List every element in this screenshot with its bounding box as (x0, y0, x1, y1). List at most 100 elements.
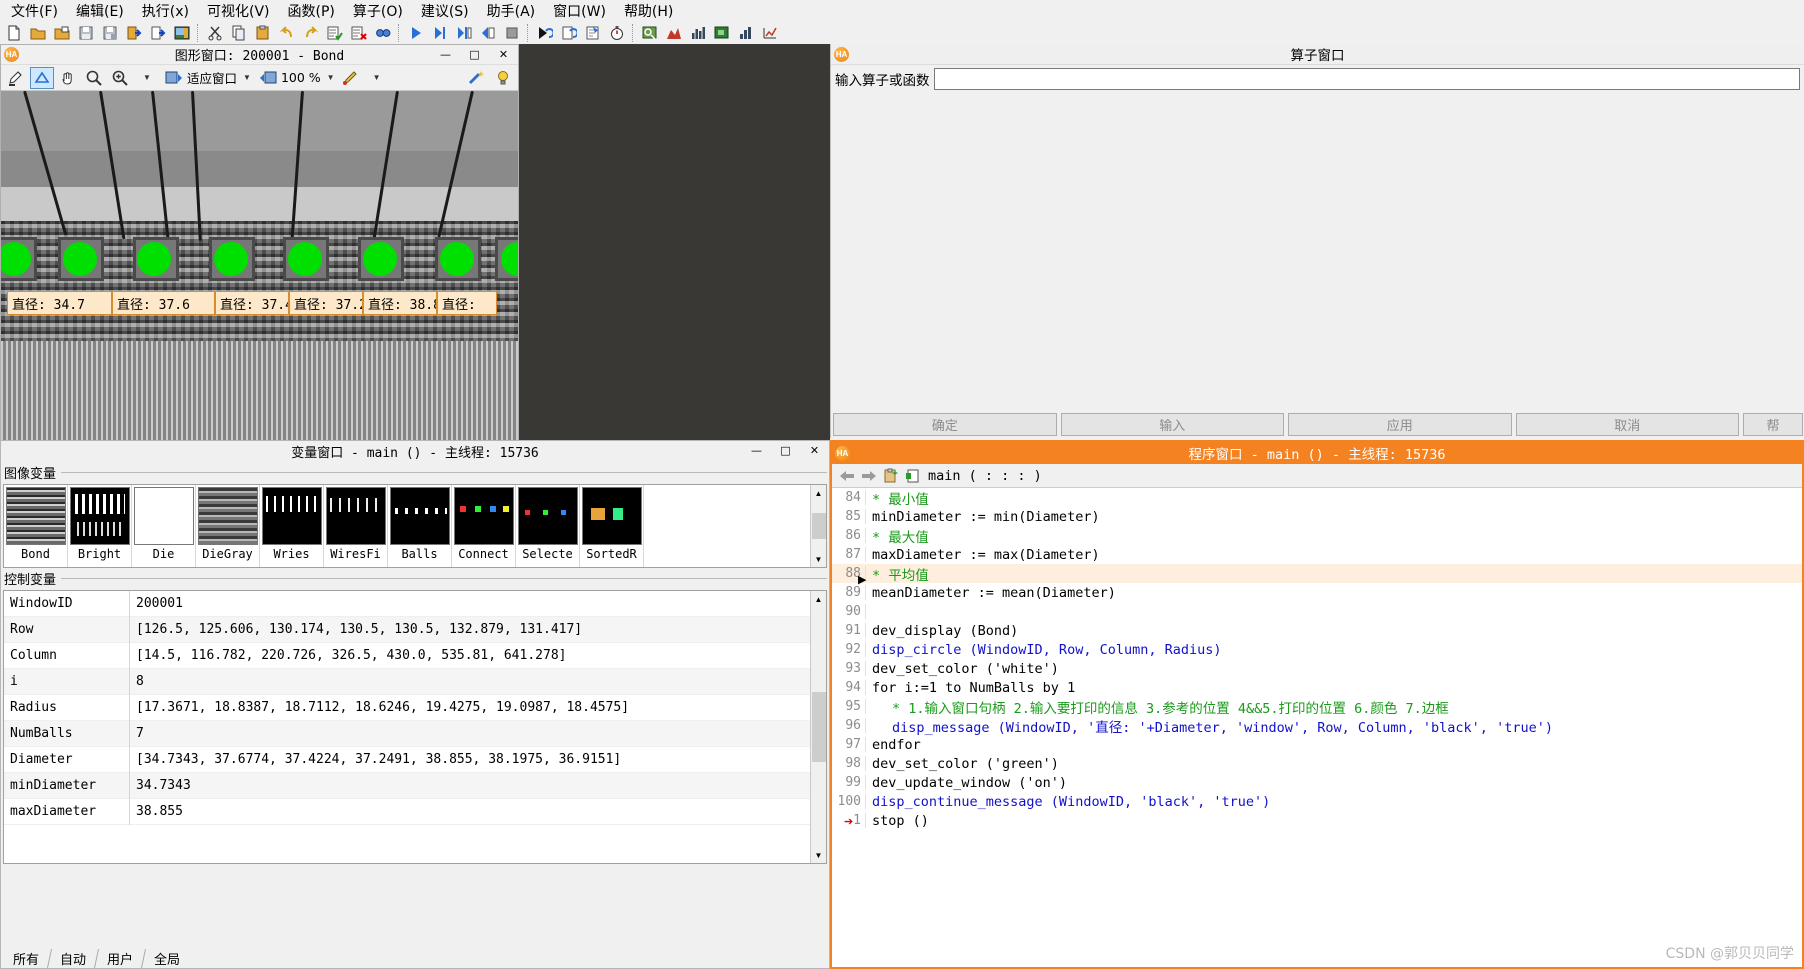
magic-icon[interactable] (465, 67, 489, 89)
code-line[interactable]: 98 dev_set_color ('green') (832, 754, 1802, 773)
enter-button[interactable]: 输入 (1060, 412, 1284, 436)
forward-arrow-icon[interactable] (858, 465, 880, 487)
color-pen-icon[interactable] (338, 67, 362, 89)
list-item[interactable]: Wries (260, 485, 324, 567)
list-item[interactable]: Bright (68, 485, 132, 567)
scroll-down-icon-2[interactable]: ▼ (810, 847, 826, 863)
code-line[interactable]: 89 meanDiameter := mean(Diameter) (832, 583, 1802, 602)
stopwatch-icon[interactable] (606, 23, 628, 43)
apply-button[interactable]: 应用 (1288, 412, 1512, 436)
new-procedure-icon[interactable] (880, 465, 902, 487)
var-maximize-button[interactable]: □ (771, 441, 800, 460)
menu-edit[interactable]: 编辑(E) (67, 0, 133, 23)
cancel-button[interactable]: 取消 (1515, 412, 1739, 436)
procedure-icon[interactable] (902, 465, 924, 487)
code-line[interactable]: 94 for i:=1 to NumBalls by 1 (832, 678, 1802, 697)
operator-window-titlebar[interactable]: HA 算子窗口 (831, 44, 1804, 65)
table-row[interactable]: maxDiameter 38.855 (4, 798, 826, 825)
minimize-button[interactable]: — (431, 45, 460, 64)
code-line[interactable]: 96 disp_message (WindowID, '直径: '+Diamet… (832, 716, 1802, 736)
zoom-in-icon[interactable] (108, 67, 132, 89)
region-feature-icon[interactable] (711, 23, 733, 43)
redo-icon[interactable] (300, 23, 322, 43)
table-row[interactable]: NumBalls 7 (4, 720, 826, 747)
scrollbar-thumb-2[interactable] (811, 692, 826, 762)
menu-execute[interactable]: 执行(x) (133, 0, 198, 23)
color-dropdown-icon[interactable]: ▼ (364, 67, 388, 89)
var-minimize-button[interactable]: — (742, 441, 771, 460)
list-item[interactable]: SortedR (580, 485, 644, 567)
program-window-titlebar[interactable]: HA 程序窗口 - main () - 主线程: 15736 (832, 442, 1802, 464)
scrollbar-thumb[interactable] (811, 513, 826, 539)
menu-file[interactable]: 文件(F) (2, 0, 67, 23)
operator-input-field[interactable] (933, 68, 1800, 90)
reset-program-icon[interactable] (534, 23, 556, 43)
graphics-window-titlebar[interactable]: HA 图形窗口: 200001 - Bond — □ ✕ (1, 45, 518, 65)
table-row[interactable]: i 8 (4, 668, 826, 695)
measure-icon[interactable] (735, 23, 757, 43)
lamp-icon[interactable] (491, 67, 515, 89)
list-item[interactable]: Bond (4, 485, 68, 567)
zoom-level-combo[interactable]: 100 % ▼ (257, 67, 337, 89)
run-icon[interactable] (405, 23, 427, 43)
menu-visualization[interactable]: 可视化(V) (198, 0, 279, 23)
code-line[interactable]: 85 minDiameter := min(Diameter) (832, 507, 1802, 526)
tab-user[interactable]: 用户 (94, 949, 146, 968)
list-item[interactable]: Selecte (516, 485, 580, 567)
undo-icon[interactable] (276, 23, 298, 43)
control-variables-table[interactable]: WindowID 200001 Row [126.5, 125.606, 130… (3, 590, 827, 864)
find-icon[interactable] (372, 23, 394, 43)
help-button[interactable]: 帮 (1743, 412, 1803, 436)
menu-assistants[interactable]: 助手(A) (478, 0, 545, 23)
step-out-icon[interactable] (477, 23, 499, 43)
image-variable-icon[interactable] (639, 23, 661, 43)
var-close-button[interactable]: ✕ (800, 441, 829, 460)
maximize-button[interactable]: □ (460, 45, 489, 64)
comment-icon[interactable] (324, 23, 346, 43)
list-item[interactable]: WiresFi (324, 485, 388, 567)
copy-icon[interactable] (228, 23, 250, 43)
fit-mode-combo[interactable]: 适应窗口 ▼ (163, 67, 253, 89)
table-row[interactable]: Diameter [34.7343, 37.6774, 37.4224, 37.… (4, 746, 826, 773)
continue-icon[interactable] (558, 23, 580, 43)
feature-histogram-icon[interactable] (687, 23, 709, 43)
tab-all[interactable]: 所有 (0, 949, 52, 968)
variable-window-titlebar[interactable]: 变量窗口 - main () - 主线程: 15736 — □ ✕ (1, 441, 829, 462)
list-item[interactable]: Balls (388, 485, 452, 567)
menu-help[interactable]: 帮助(H) (615, 0, 682, 23)
list-item[interactable]: DieGray (196, 485, 260, 567)
table-row[interactable]: Row [126.5, 125.606, 130.174, 130.5, 130… (4, 616, 826, 643)
save-as-icon[interactable] (99, 23, 121, 43)
ok-button[interactable]: 确定 (833, 412, 1057, 436)
back-arrow-icon[interactable] (836, 465, 858, 487)
code-line[interactable]: 99 dev_update_window ('on') (832, 773, 1802, 792)
scroll-down-icon[interactable]: ▼ (810, 551, 826, 567)
code-line[interactable]: 84 * 最小值 (832, 488, 1802, 508)
code-line[interactable]: 91 dev_display (Bond) (832, 621, 1802, 640)
import-icon[interactable] (123, 23, 145, 43)
code-line[interactable]: 92 disp_circle (WindowID, Row, Column, R… (832, 640, 1802, 659)
open-example-icon[interactable] (51, 23, 73, 43)
scroll-up-icon[interactable]: ▲ (810, 485, 826, 501)
step-into-icon[interactable] (453, 23, 475, 43)
chevron-down-icon[interactable]: ▼ (243, 73, 251, 82)
matching-icon[interactable] (759, 23, 781, 43)
control-variables-scrollbar[interactable]: ▲ ▼ (810, 591, 826, 863)
cut-icon[interactable] (204, 23, 226, 43)
clear-window-icon[interactable] (4, 67, 28, 89)
step-over-icon[interactable] (429, 23, 451, 43)
code-editor[interactable]: 84 * 最小值 85 minDiameter := min(Diameter)… (832, 488, 1802, 967)
current-procedure-label[interactable]: main ( : : : ) (928, 468, 1042, 484)
new-program-icon[interactable] (3, 23, 25, 43)
open-program-icon[interactable] (27, 23, 49, 43)
menu-procedures[interactable]: 函数(P) (279, 0, 344, 23)
chevron-down-icon-2[interactable]: ▼ (327, 73, 335, 82)
menu-window[interactable]: 窗口(W) (544, 0, 615, 23)
image-variables-scrollbar[interactable]: ▲ ▼ (810, 485, 826, 567)
stop-icon[interactable] (501, 23, 523, 43)
activate-icon[interactable] (582, 23, 604, 43)
close-button[interactable]: ✕ (489, 45, 518, 64)
table-row[interactable]: Column [14.5, 116.782, 220.726, 326.5, 4… (4, 642, 826, 669)
list-item[interactable]: Die (132, 485, 196, 567)
code-line[interactable]: 86 * 最大值 (832, 526, 1802, 546)
